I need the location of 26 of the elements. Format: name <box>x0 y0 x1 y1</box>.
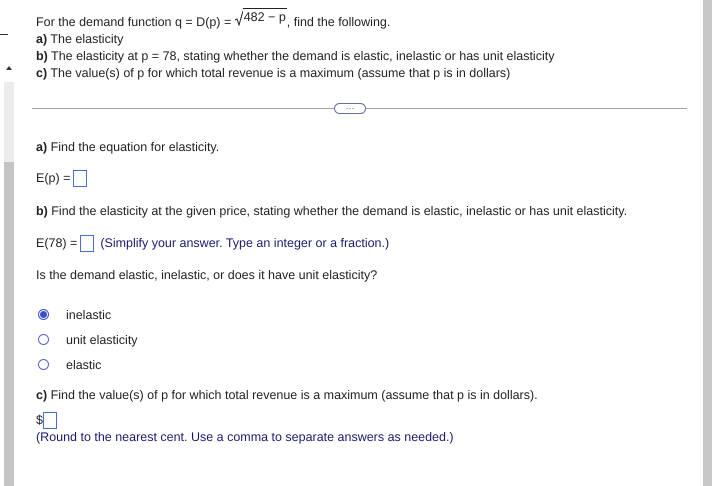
radio-button[interactable] <box>38 359 49 370</box>
question-text: Is the demand elastic, inelastic, or does it have unit elasticity? <box>36 268 378 282</box>
radio-button[interactable] <box>38 309 49 320</box>
answer-label: E(78) = <box>36 235 78 252</box>
answer-box[interactable] <box>73 170 88 187</box>
expand-button[interactable]: ··· <box>334 103 366 114</box>
part-prompt: c) Find the value(s) of p for which total revenue is a maximum (assume that p is in dollars). <box>36 388 538 402</box>
answer-box[interactable] <box>80 235 94 252</box>
option-label[interactable]: elastic <box>66 358 102 372</box>
square-root-icon <box>234 11 243 26</box>
option-label[interactable]: inelastic <box>66 308 112 322</box>
answer-box[interactable] <box>42 412 57 429</box>
scrollbar-thumb[interactable] <box>4 162 14 486</box>
currency-label: $ <box>36 412 43 429</box>
part-prompt: a) Find the equation for elasticity. <box>36 140 220 154</box>
answer-label: E(p) = <box>36 170 70 187</box>
option-label[interactable]: unit elasticity <box>66 332 138 346</box>
question-part: a) The elasticity <box>36 32 124 46</box>
radio-button[interactable] <box>38 334 49 345</box>
part-prompt: b) Find the elasticity at the given price, stating whether the demand is elastic, inelastic or has unit elasticity. <box>36 204 628 218</box>
hint-text: (Simplify your answer. Type an integer or a fraction.) <box>100 235 390 252</box>
scroll-up-icon[interactable] <box>6 66 12 70</box>
question-part: b) The elasticity at p = 78, stating whether the demand is elastic, inelastic or has unit elasticity <box>36 49 554 63</box>
hint-text: (Round to the nearest cent. Use a comma to separate answers as needed.) <box>36 430 454 444</box>
question-text: For the demand function q = D(p) = 482 − p, find the following. <box>36 8 392 31</box>
question-part: c) The value(s) of p for which total revenue is a maximum (assume that p is in dollars) <box>36 66 510 80</box>
